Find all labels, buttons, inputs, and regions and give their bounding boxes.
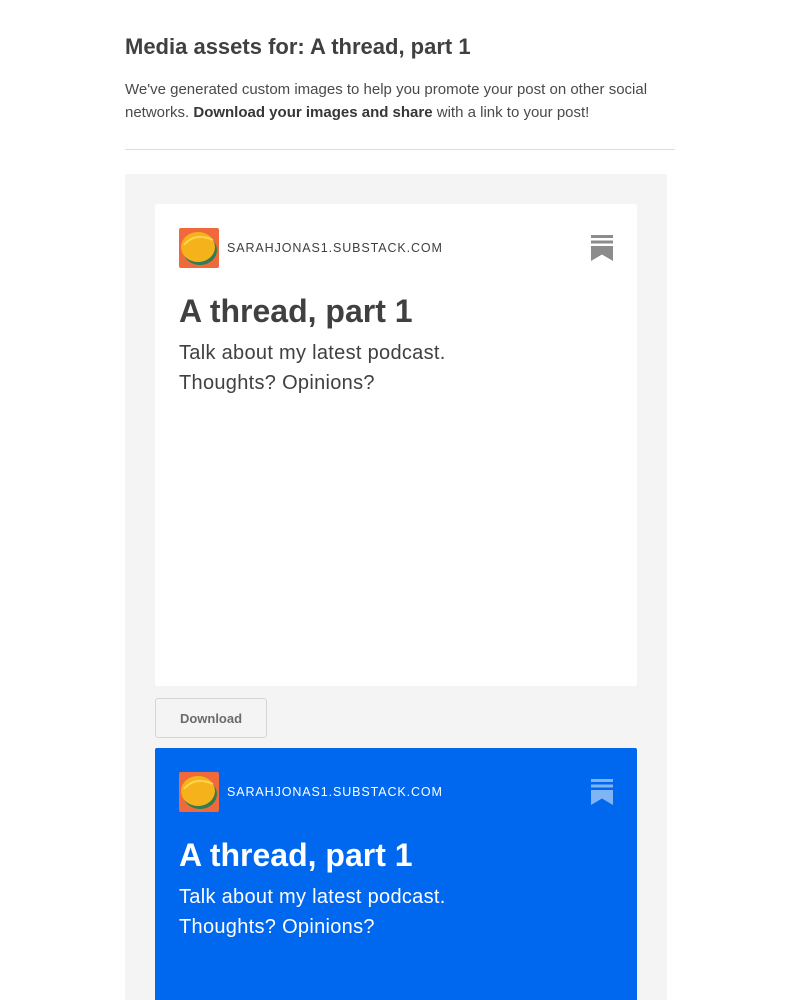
intro-text-bold: Download your images and share — [193, 104, 433, 121]
page-header: Media assets for: A thread, part 1 We've… — [125, 30, 675, 124]
download-button[interactable]: Download — [155, 698, 267, 738]
post-title: A thread, part 1 — [179, 293, 413, 329]
header-divider — [125, 149, 675, 150]
intro-text: We've generated custom images to help yo… — [125, 78, 675, 124]
publication-domain: SARAHJONAS1.SUBSTACK.COM — [227, 785, 443, 799]
publication-logo — [179, 772, 219, 812]
publication-domain: SARAHJONAS1.SUBSTACK.COM — [227, 241, 443, 255]
substack-bookmark-icon — [591, 779, 613, 805]
card-header: SARAHJONAS1.SUBSTACK.COM — [179, 228, 613, 268]
page-title: Media assets for: A thread, part 1 — [125, 34, 471, 59]
post-subtitle: Talk about my latest podcast. Thoughts? … — [179, 342, 446, 394]
media-assets-page: Media assets for: A thread, part 1 We've… — [0, 0, 800, 1000]
publication-logo — [179, 228, 219, 268]
intro-text-end: with a link to your post! — [432, 104, 590, 121]
media-assets-panel: SARAHJONAS1.SUBSTACK.COM A thread, part … — [125, 174, 667, 1000]
post-subtitle: Talk about my latest podcast. Thoughts? … — [179, 886, 446, 938]
post-title: A thread, part 1 — [179, 837, 413, 873]
card-header: SARAHJONAS1.SUBSTACK.COM — [179, 772, 613, 812]
substack-bookmark-icon — [591, 235, 613, 261]
asset-card-light: SARAHJONAS1.SUBSTACK.COM A thread, part … — [155, 204, 637, 686]
asset-card-blue: SARAHJONAS1.SUBSTACK.COM A thread, part … — [155, 748, 637, 1000]
